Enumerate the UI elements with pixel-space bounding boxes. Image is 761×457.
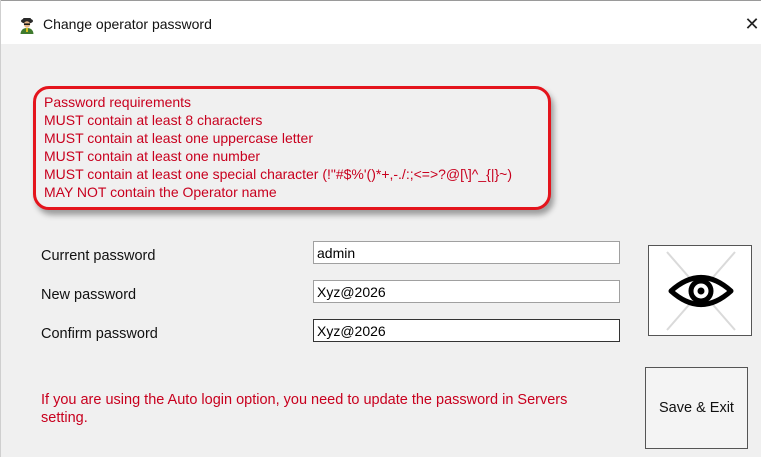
new-password-field[interactable] xyxy=(313,280,620,303)
title-bar: Change operator password ✕ xyxy=(1,0,761,44)
requirement-special-char: MUST contain at least one special charac… xyxy=(44,166,512,182)
confirm-password-label: Confirm password xyxy=(41,326,158,342)
window-title: Change operator password xyxy=(43,16,212,32)
change-password-dialog: Change operator password ✕ Password requ… xyxy=(0,0,761,457)
new-password-label: New password xyxy=(41,287,137,303)
current-password-field[interactable] xyxy=(313,241,620,264)
password-requirements: Password requirements MUST contain at le… xyxy=(44,93,512,201)
eye-icon xyxy=(666,251,736,331)
requirements-heading: Password requirements xyxy=(44,94,192,110)
confirm-password-field[interactable] xyxy=(313,319,620,342)
requirement-no-operator-name: MAY NOT contain the Operator name xyxy=(44,184,277,200)
close-icon: ✕ xyxy=(744,14,760,34)
requirement-number: MUST contain at least one number xyxy=(44,148,261,164)
save-and-exit-button[interactable]: Save & Exit xyxy=(645,367,748,449)
current-password-label: Current password xyxy=(41,248,156,264)
requirement-uppercase: MUST contain at least one uppercase lett… xyxy=(44,130,314,146)
requirement-min-length: MUST contain at least 8 characters xyxy=(44,112,263,128)
auto-login-note: If you are using the Auto login option, … xyxy=(41,392,568,426)
show-password-button[interactable] xyxy=(648,245,752,336)
operator-icon xyxy=(18,16,36,34)
close-button[interactable]: ✕ xyxy=(741,11,761,37)
